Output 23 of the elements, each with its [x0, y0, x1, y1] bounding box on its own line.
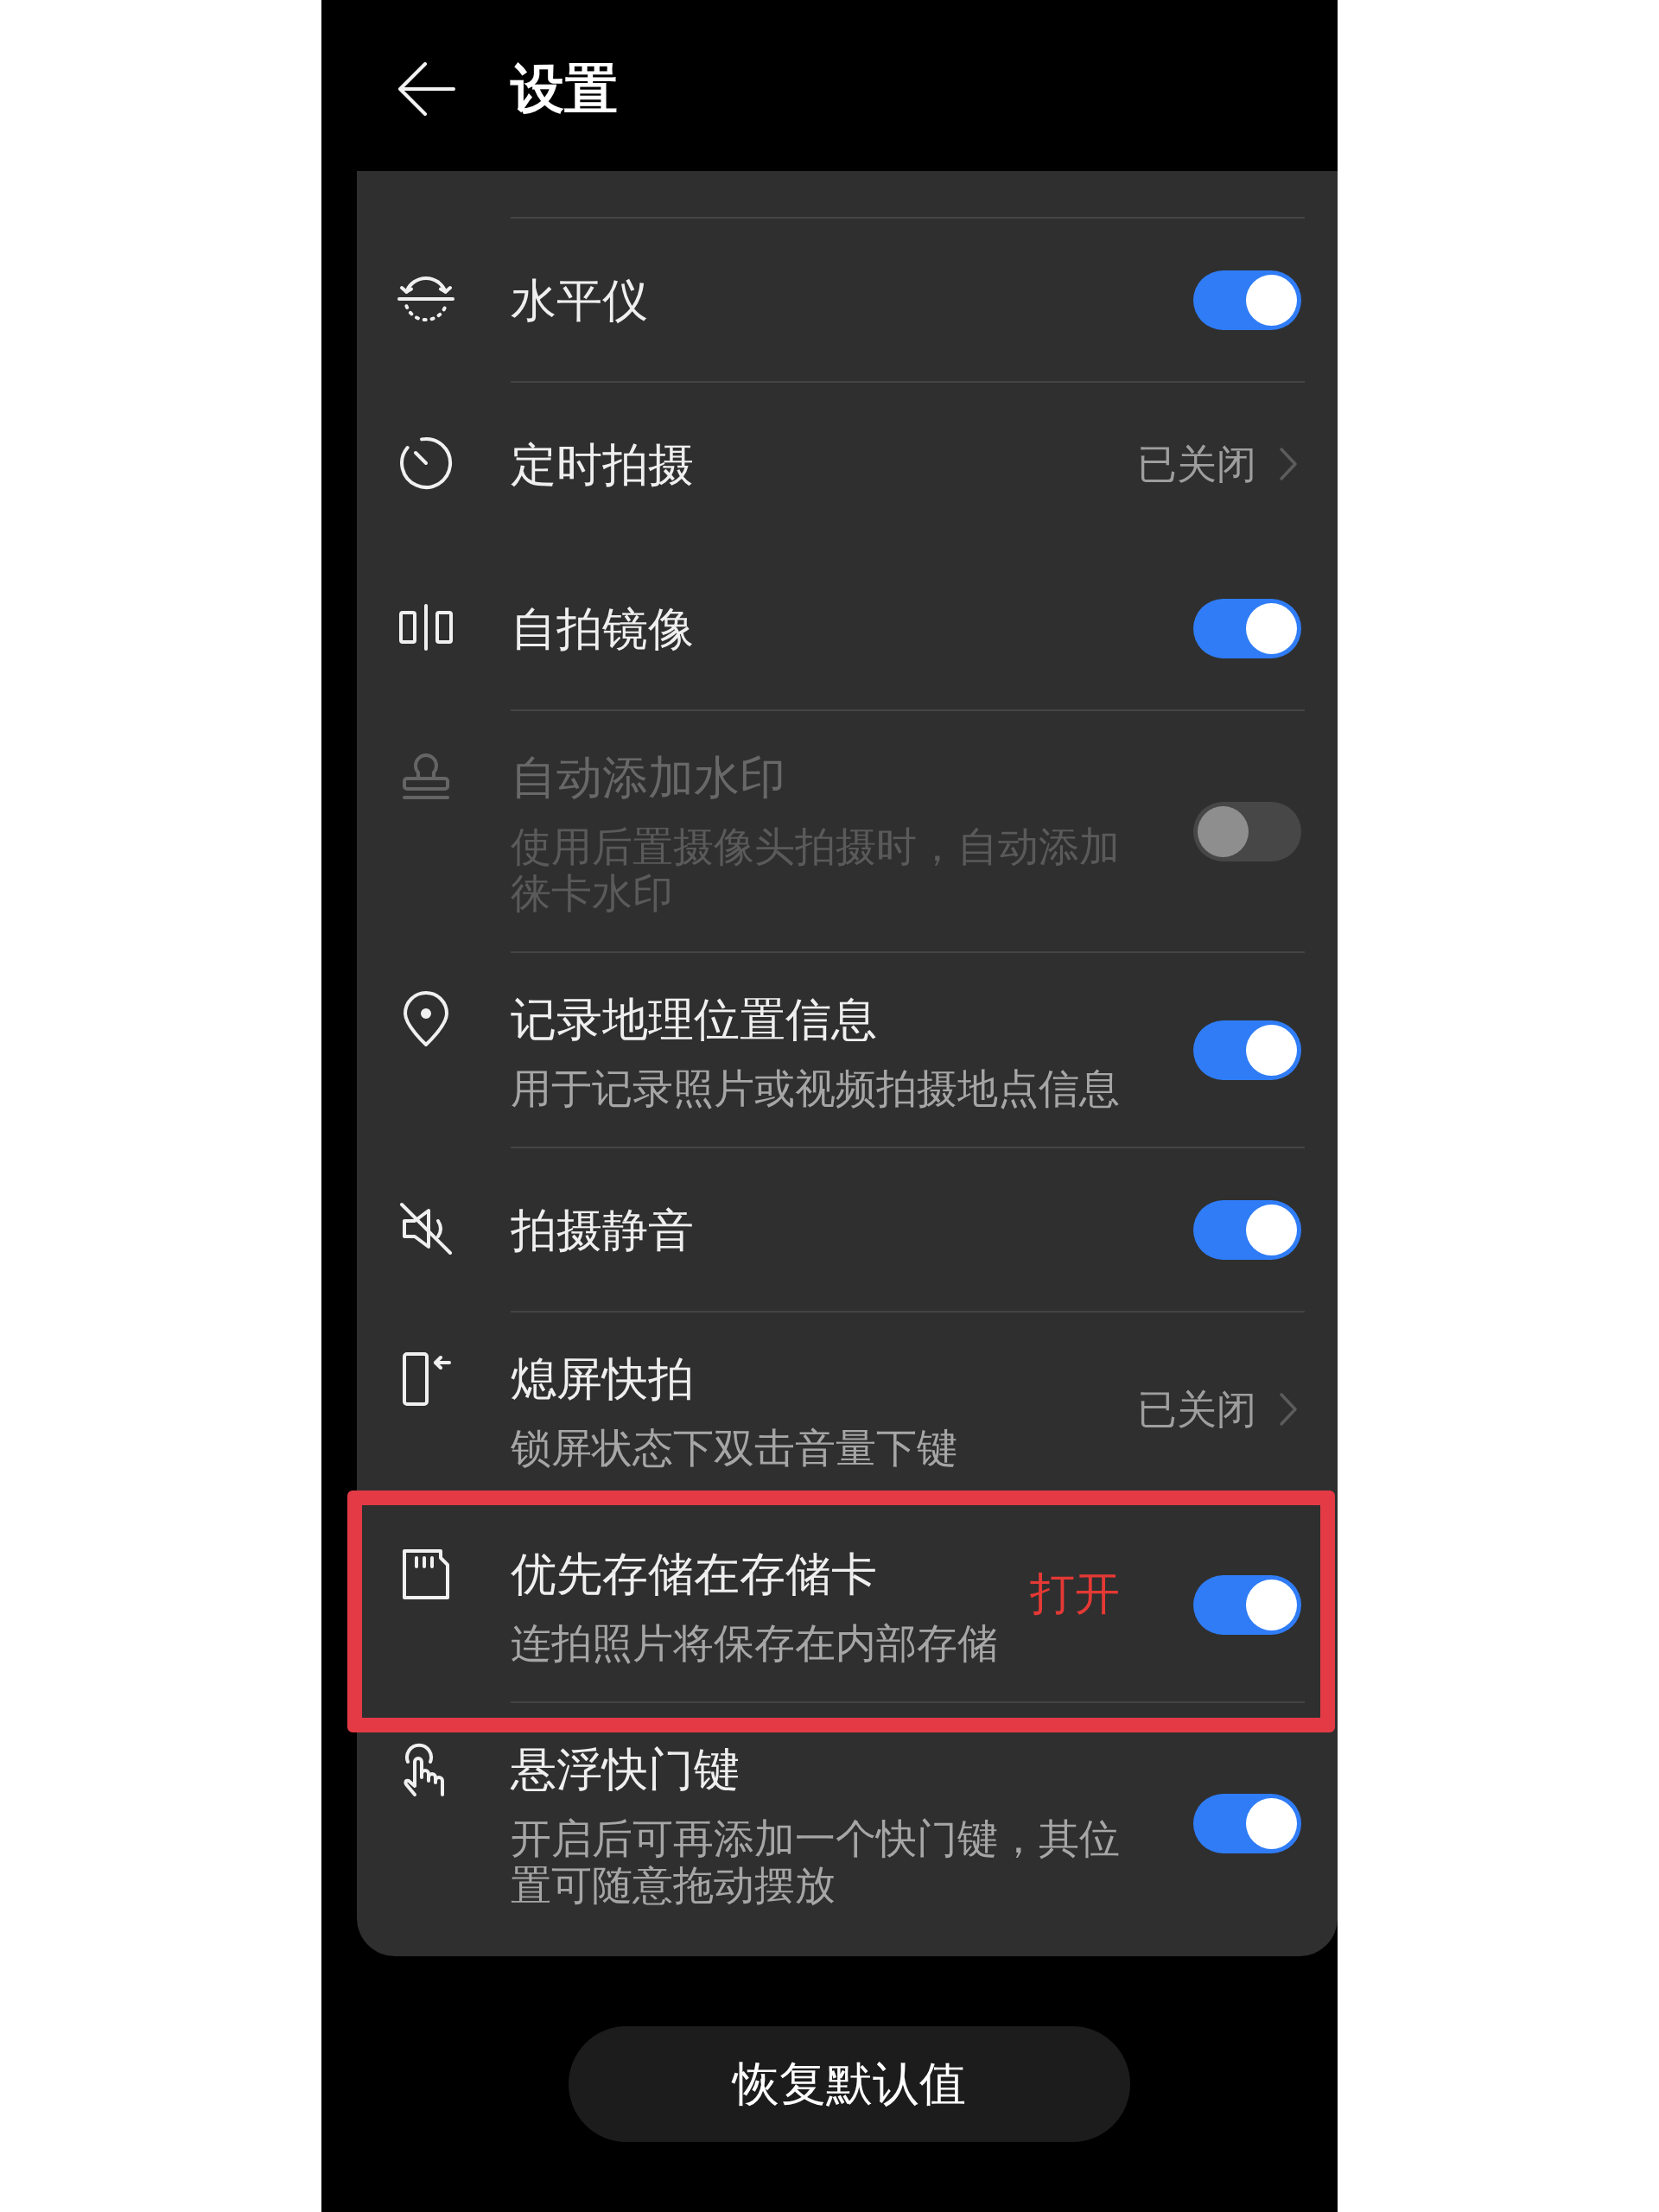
- setting-title: 悬浮快门键: [511, 1742, 740, 1797]
- muted-speaker-icon: [397, 1200, 454, 1257]
- setting-description: 用于记录照片或视频拍摄地点信息: [511, 1065, 1120, 1112]
- setting-title: 水平仪: [511, 273, 648, 328]
- annotation-label: 打开: [1030, 1567, 1120, 1620]
- chevron-right-icon: [1279, 447, 1298, 481]
- setting-title: 自拍镜像: [511, 601, 694, 657]
- setting-title: 优先存储在存储卡: [511, 1547, 877, 1602]
- setting-value: 已关闭: [1137, 440, 1256, 489]
- setting-title: 熄屏快拍: [511, 1351, 694, 1407]
- setting-title: 定时拍摄: [511, 437, 694, 493]
- setting-description: 锁屏状态下双击音量下键: [511, 1425, 957, 1471]
- timer-icon: [397, 435, 454, 492]
- back-arrow-icon[interactable]: [397, 62, 455, 116]
- setting-description: 开启后可再添加一个快门键，其位置可随意拖动摆放: [511, 1815, 1121, 1909]
- setting-title: 自动添加水印: [511, 750, 785, 805]
- chevron-right-icon: [1279, 1392, 1298, 1427]
- setting-title: 拍摄静音: [511, 1203, 694, 1258]
- setting-description: 连拍照片将保存在内部存储: [511, 1620, 998, 1667]
- page-title: 设置: [511, 56, 618, 122]
- setting-title: 记录地理位置信息: [511, 992, 877, 1047]
- setting-value: 已关闭: [1137, 1385, 1256, 1434]
- reset-button[interactable]: 恢复默认值: [569, 2026, 1130, 2142]
